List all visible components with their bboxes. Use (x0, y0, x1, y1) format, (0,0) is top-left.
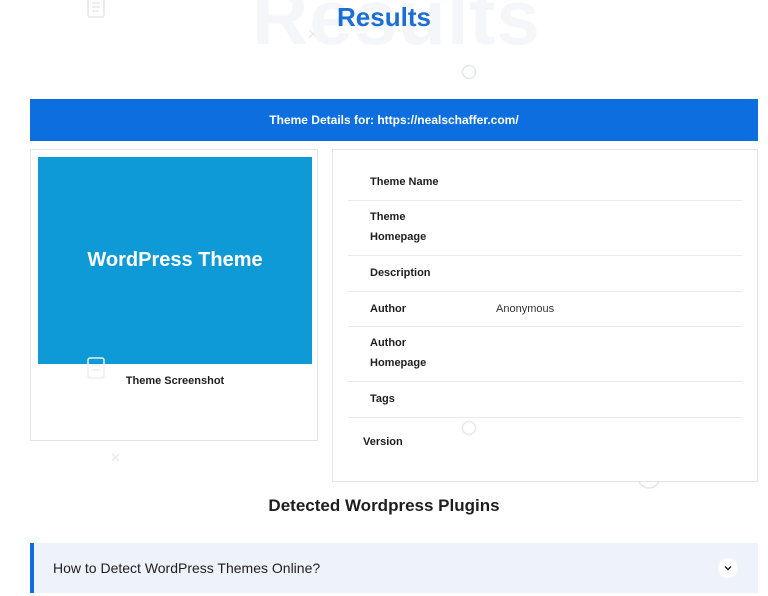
details-row-author: Author Anonymous (348, 292, 742, 327)
row-value: Anonymous (496, 303, 555, 315)
details-row-theme-name: Theme Name (348, 165, 742, 201)
details-row-theme-homepage: Theme Homepage (348, 201, 742, 256)
details-row-author-homepage: Author Homepage (348, 327, 742, 382)
row-label: Version (363, 436, 403, 448)
theme-details-bar: Theme Details for: https://nealschaffer.… (30, 99, 758, 141)
cross-icon: ✕ (110, 450, 121, 465)
row-label: Description (370, 267, 431, 279)
row-label: Theme Homepage (370, 211, 427, 243)
row-label: Theme Name (370, 176, 439, 188)
chevron-down-icon[interactable] (718, 558, 738, 578)
faq-accordion-item[interactable]: How to Detect WordPress Themes Online? (30, 543, 758, 593)
theme-details-label: Theme Details for: https://nealschaffer.… (269, 113, 519, 127)
screenshot-text: WordPress Theme (87, 249, 263, 271)
page-title: Results (337, 2, 431, 32)
theme-details-card: Theme Name Theme Homepage Description Au… (332, 149, 758, 482)
details-row-version: Version (348, 418, 742, 466)
details-row-tags: Tags (348, 382, 742, 418)
screenshot-caption: Theme Screenshot (125, 375, 225, 387)
circle-icon (461, 420, 477, 441)
plugins-heading: Detected Wordpress Plugins (268, 496, 500, 515)
faq-question: How to Detect WordPress Themes Online? (53, 560, 321, 576)
row-label: Tags (370, 393, 395, 405)
row-label: Author Homepage (370, 337, 427, 369)
row-label: Author (370, 303, 407, 315)
circle-icon (461, 64, 477, 85)
details-row-description: Description (348, 256, 742, 292)
document-icon (86, 357, 106, 384)
theme-screenshot: WordPress Theme (38, 157, 312, 364)
screenshot-card: WordPress Theme Theme Screenshot (30, 149, 318, 441)
